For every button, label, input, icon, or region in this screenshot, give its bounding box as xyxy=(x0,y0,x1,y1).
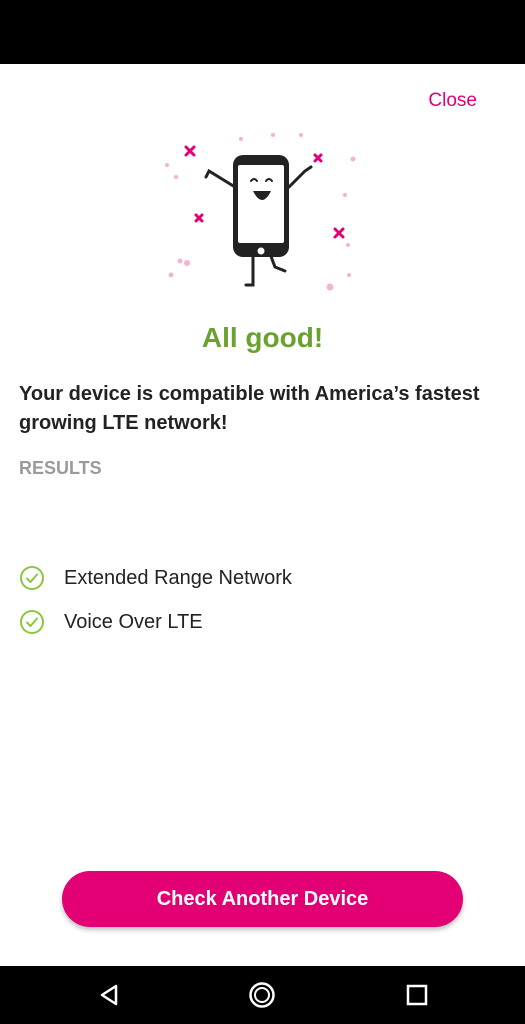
happy-phone-illustration xyxy=(165,133,356,291)
result-item-volte: Voice Over LTE xyxy=(19,600,292,644)
home-icon[interactable] xyxy=(247,980,277,1010)
close-button[interactable]: Close xyxy=(428,90,477,112)
back-icon[interactable] xyxy=(94,980,124,1010)
result-item-label: Voice Over LTE xyxy=(64,610,203,633)
result-message: Your device is compatible with America’s… xyxy=(19,383,480,434)
check-another-device-button[interactable]: Check Another Device xyxy=(62,871,463,927)
status-bar xyxy=(0,0,525,64)
result-item-extended-range: Extended Range Network xyxy=(19,556,292,600)
navigation-bar xyxy=(0,966,525,1024)
results-heading: RESULTS xyxy=(19,458,102,478)
check-circle-icon xyxy=(20,566,44,590)
result-headline: All good! xyxy=(201,322,324,353)
result-item-label: Extended Range Network xyxy=(64,566,292,589)
check-circle-icon xyxy=(20,610,44,634)
recents-icon[interactable] xyxy=(402,980,432,1010)
results-list: Extended Range Network Voice Over LTE xyxy=(19,556,292,644)
